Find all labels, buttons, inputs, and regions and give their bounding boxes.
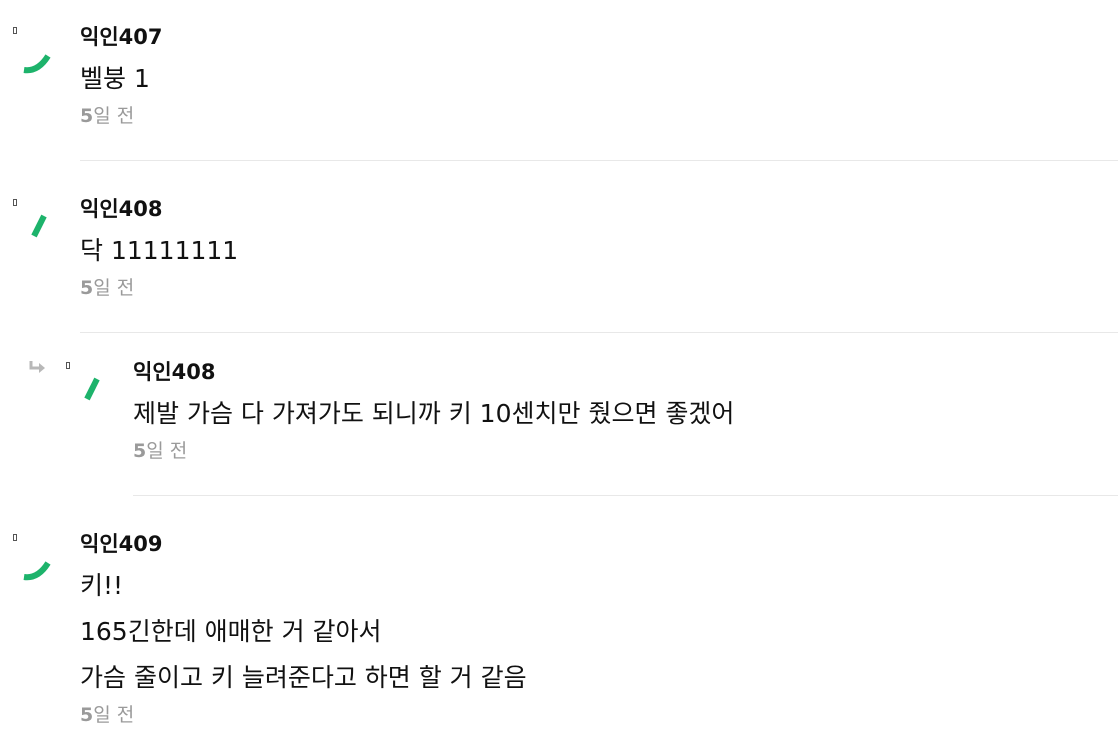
- comment-body: 익인408 닥 11111111 5일 전: [80, 196, 1118, 300]
- broken-image-icon: [13, 199, 17, 206]
- broken-image-icon: [13, 534, 17, 541]
- comment-time: 5일 전: [133, 439, 1118, 463]
- comment-author[interactable]: 익인408: [133, 359, 1118, 385]
- comment-line: 가슴 줄이고 키 늘려준다고 하면 할 거 같음: [80, 663, 527, 692]
- time-number: 5: [133, 440, 147, 462]
- comment-divider: [80, 160, 1118, 161]
- comment-divider: [80, 332, 1118, 333]
- avatar-column: [0, 24, 60, 84]
- comment-time: 5일 전: [80, 703, 1118, 727]
- comment-text: 제발 가슴 다 가져가도 되니까 키 10센치만 줬으면 좋겠어: [133, 391, 1118, 437]
- comment-line: 벨붕 1: [80, 64, 150, 93]
- slash-avatar-icon[interactable]: [71, 371, 111, 411]
- slash-avatar-icon[interactable]: [18, 208, 58, 248]
- comment-line: 165긴한데 애매한 거 같아서: [80, 617, 382, 646]
- comment-time: 5일 전: [80, 104, 1118, 128]
- comment-line: 제발 가슴 다 가져가도 되니까 키 10센치만 줬으면 좋겠어: [133, 399, 735, 428]
- time-unit: 일 전: [93, 105, 135, 127]
- time-number: 5: [80, 704, 94, 726]
- avatar-column: [53, 359, 113, 419]
- time-number: 5: [80, 105, 94, 127]
- comment-line: 키!!: [80, 571, 124, 600]
- comment-list: 익인407 벨붕 1 5일 전 익인408 닥 11111111 5일 전 익인…: [0, 0, 1118, 739]
- comment-text: 벨붕 1: [80, 56, 1118, 102]
- comment-author[interactable]: 익인408: [80, 196, 1118, 222]
- time-unit: 일 전: [146, 440, 188, 462]
- comment-time: 5일 전: [80, 276, 1118, 300]
- comment-text: 닥 11111111: [80, 228, 1118, 274]
- time-unit: 일 전: [93, 704, 135, 726]
- avatar-column: [0, 196, 60, 256]
- arc-avatar-icon[interactable]: [18, 543, 58, 583]
- comment-text: 키!! 165긴한데 애매한 거 같아서 가슴 줄이고 키 늘려준다고 하면 할…: [80, 563, 1118, 701]
- time-number: 5: [80, 277, 94, 299]
- comment-author[interactable]: 익인407: [80, 24, 1118, 50]
- broken-image-icon: [66, 362, 70, 369]
- time-unit: 일 전: [93, 277, 135, 299]
- comment-author[interactable]: 익인409: [80, 531, 1118, 557]
- reply-arrow-icon: [29, 361, 45, 373]
- comment-body: 익인409 키!! 165긴한데 애매한 거 같아서 가슴 줄이고 키 늘려준다…: [80, 531, 1118, 727]
- comment-divider: [133, 495, 1118, 496]
- comment-body: 익인407 벨붕 1 5일 전: [80, 24, 1118, 128]
- arc-avatar-icon[interactable]: [18, 36, 58, 76]
- broken-image-icon: [13, 27, 17, 34]
- comment-line: 닥 11111111: [80, 236, 239, 265]
- comment-body: 익인408 제발 가슴 다 가져가도 되니까 키 10센치만 줬으면 좋겠어 5…: [133, 359, 1118, 463]
- avatar-column: [0, 531, 60, 591]
